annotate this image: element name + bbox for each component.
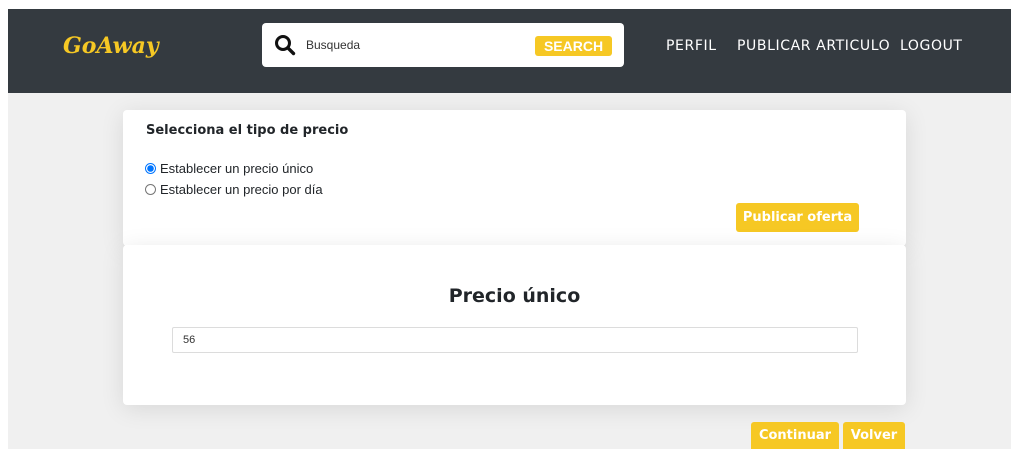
search-icon[interactable] [274,34,296,56]
navbar: GoAway SEARCH PERFIL PUBLICAR ARTICULO L… [8,9,1011,93]
brand-logo[interactable]: GoAway [63,33,159,59]
publicar-oferta-button[interactable]: Publicar oferta [736,203,859,232]
radio-button-precio-unico[interactable] [145,163,156,174]
price-type-card: Selecciona el tipo de precio Establecer … [123,110,906,246]
unique-price-title: Precio único [448,285,581,307]
continuar-button[interactable]: Continuar [751,422,839,449]
radio-option-precio-por-dia[interactable]: Establecer un precio por día [145,182,323,197]
nav-link-logout[interactable]: LOGOUT [900,38,963,54]
price-input[interactable] [172,327,858,353]
radio-label: Establecer un precio por día [160,182,323,197]
nav-link-perfil[interactable]: PERFIL [666,38,717,54]
radio-option-precio-unico[interactable]: Establecer un precio único [145,161,313,176]
radio-label: Establecer un precio único [160,161,314,176]
search-bar: SEARCH [262,23,624,67]
nav-link-publicar-articulo[interactable]: PUBLICAR ARTICULO [737,38,890,54]
volver-button[interactable]: Volver [843,422,905,449]
search-input[interactable] [306,35,526,55]
search-button[interactable]: SEARCH [535,36,612,56]
radio-button-precio-por-dia[interactable] [145,184,156,195]
price-type-title: Selecciona el tipo de precio [146,123,349,138]
unique-price-card: Precio único [123,245,906,405]
